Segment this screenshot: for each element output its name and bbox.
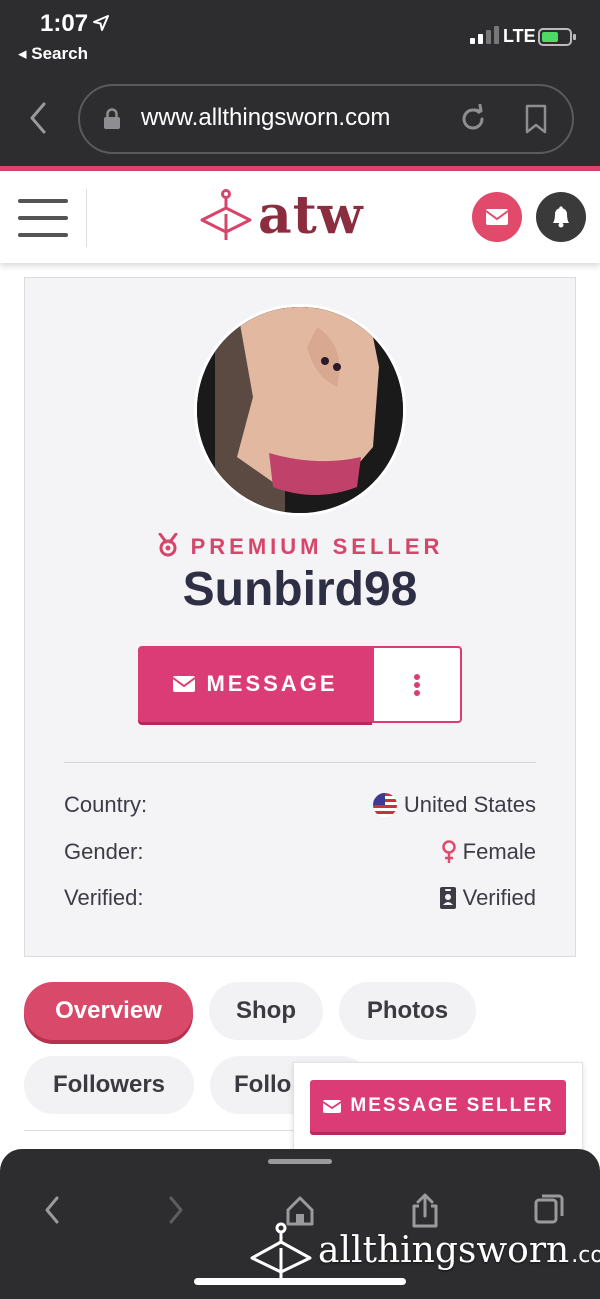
- bell-icon: [553, 206, 569, 228]
- header-notifications-button[interactable]: [536, 192, 586, 242]
- browser-back-icon[interactable]: [26, 100, 50, 136]
- network-type: LTE: [503, 26, 536, 46]
- hanger-watermark-icon: [250, 1222, 312, 1278]
- lock-icon: [104, 108, 120, 129]
- battery-icon: [538, 28, 576, 46]
- watermark-text: allthingsworn: [318, 1229, 570, 1271]
- logo-text: atw: [258, 184, 364, 246]
- verified-value: Verified: [439, 885, 536, 911]
- us-flag-icon: [372, 793, 397, 817]
- bookmark-icon[interactable]: [524, 104, 548, 134]
- reload-icon[interactable]: [458, 104, 488, 134]
- gender-value: Female: [441, 839, 536, 865]
- home-indicator: [194, 1278, 406, 1285]
- profile-username: Sunbird98: [182, 563, 418, 616]
- toolbar-back-icon[interactable]: [40, 1192, 64, 1228]
- verified-text: Verified: [462, 885, 536, 910]
- status-time: 1:07: [40, 10, 89, 37]
- message-button-label: MESSAGE: [206, 671, 338, 696]
- id-badge-icon: [439, 887, 456, 909]
- tab-overview[interactable]: Overview: [24, 982, 193, 1040]
- avatar-photo-image: [197, 307, 403, 513]
- medal-icon: [158, 533, 178, 557]
- allthingsworn-watermark: allthingsworn .com: [246, 1220, 600, 1280]
- tab-shop[interactable]: Shop: [209, 982, 323, 1040]
- country-text: United States: [403, 792, 536, 817]
- toolbar-forward-icon[interactable]: [164, 1192, 188, 1228]
- card-divider: [64, 762, 536, 763]
- message-seller-label: MESSAGE SELLER: [350, 1095, 554, 1116]
- hanger-logo-icon: [200, 189, 252, 240]
- tab-photos[interactable]: Photos: [339, 982, 476, 1040]
- gender-text: Female: [462, 839, 536, 864]
- location-arrow-icon: [93, 15, 109, 31]
- message-button[interactable]: MESSAGE: [138, 646, 372, 722]
- url-text[interactable]: www.allthingsworn.com: [141, 104, 390, 132]
- site-logo[interactable]: atw: [198, 184, 364, 246]
- vertical-dots-icon: [414, 672, 420, 698]
- country-value: United States: [372, 792, 536, 818]
- profile-avatar[interactable]: [194, 304, 406, 516]
- site-header: atw: [0, 171, 600, 263]
- header-divider: [86, 189, 87, 247]
- content-divider: [24, 1130, 294, 1131]
- message-seller-button[interactable]: MESSAGE SELLER: [310, 1080, 566, 1132]
- watermark-suffix: .com: [571, 1242, 600, 1268]
- hamburger-menu-icon[interactable]: [18, 199, 68, 237]
- country-label: Country:: [64, 792, 148, 817]
- toolbar-grabber[interactable]: [268, 1159, 332, 1164]
- premium-seller-badge: PREMIUM SELLER: [0, 533, 600, 560]
- envelope-icon: [322, 1099, 342, 1113]
- tab-followers[interactable]: Followers: [24, 1056, 194, 1114]
- more-options-button[interactable]: [372, 646, 462, 723]
- gender-label: Gender:: [64, 839, 144, 864]
- badge-label: PREMIUM SELLER: [190, 534, 444, 559]
- verified-label: Verified:: [64, 885, 144, 910]
- back-to-search[interactable]: ◂ Search: [18, 44, 88, 64]
- signal-icon: [470, 26, 499, 44]
- envelope-icon: [172, 676, 197, 692]
- female-icon: [441, 840, 456, 863]
- header-mail-button[interactable]: [472, 192, 522, 242]
- envelope-icon: [485, 209, 509, 225]
